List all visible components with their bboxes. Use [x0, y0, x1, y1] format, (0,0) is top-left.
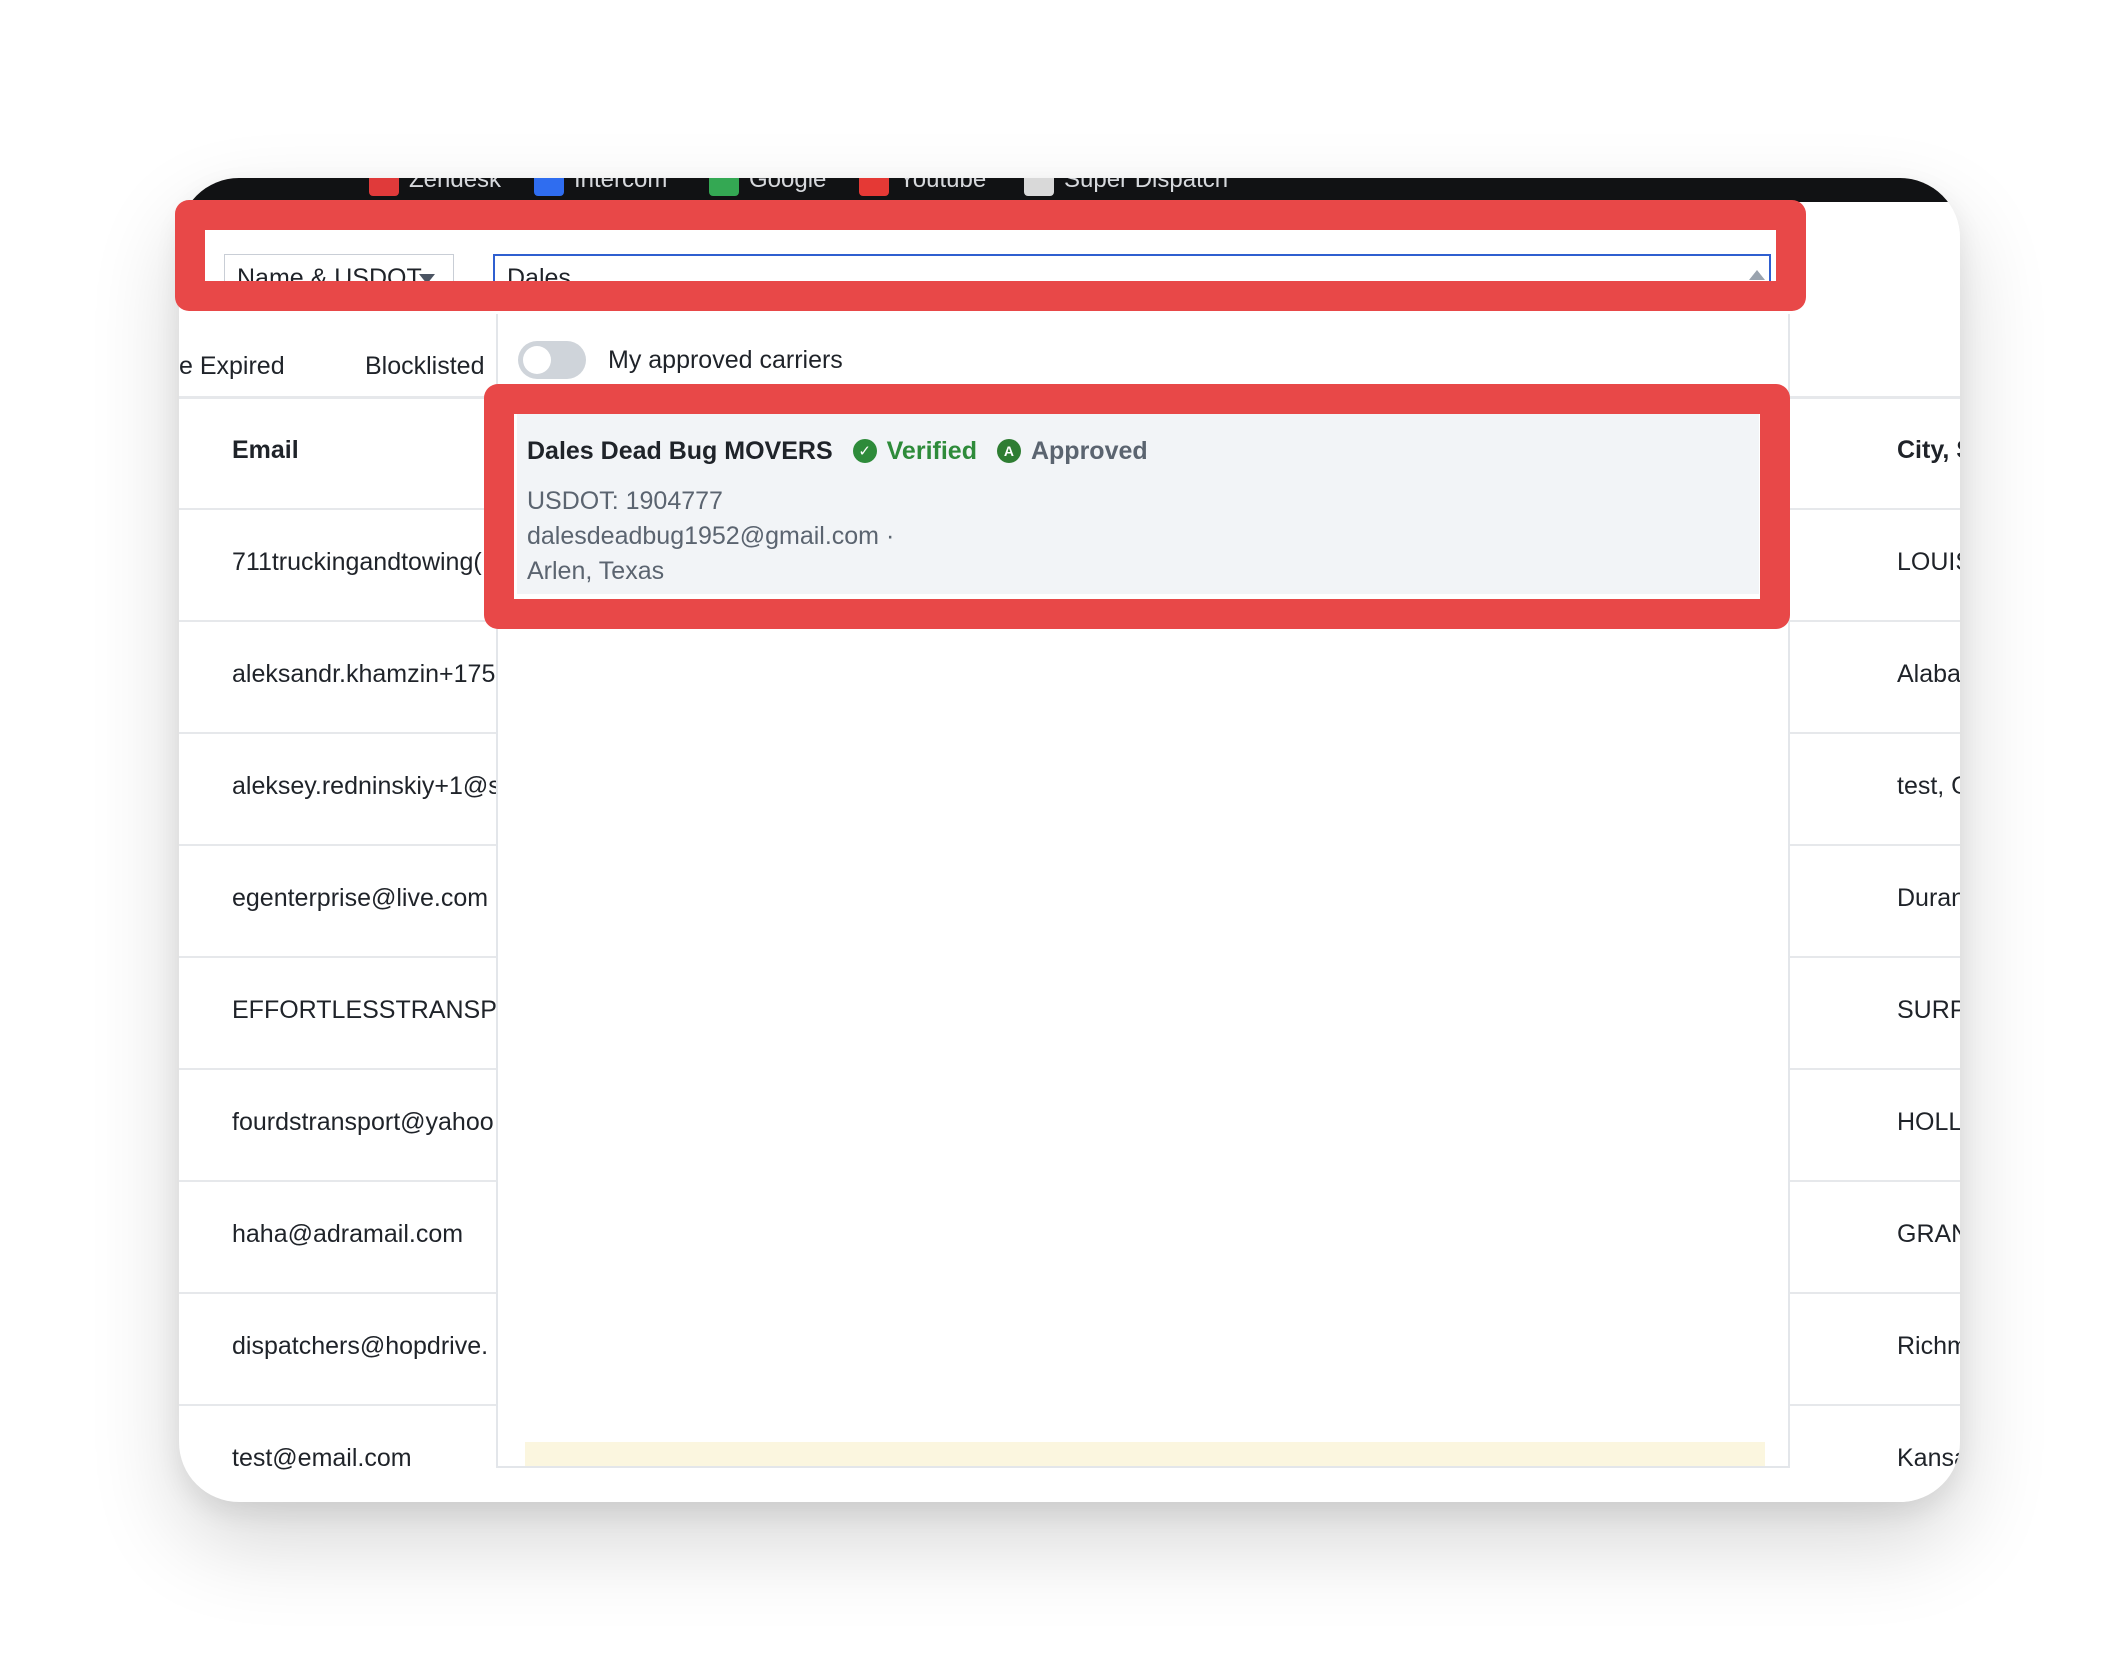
column-header-email[interactable]: Email — [232, 436, 299, 465]
bookmark-intercom[interactable]: Intercom — [534, 178, 667, 196]
city-cell: Kansa — [1897, 1444, 1960, 1472]
search-results-dropdown: My approved carriers Dales Dead Bug MOVE… — [496, 314, 1790, 1468]
bookmark-google[interactable]: Google — [709, 178, 826, 196]
bookmark-label: Zendesk — [409, 178, 502, 193]
carrier-name: Dales Dead Bug MOVERS — [527, 436, 833, 465]
app-window: Zendesk Intercom Google Youtube Super Di… — [179, 178, 1960, 1502]
search-mode-label: Name & USDOT — [237, 263, 422, 292]
bookmark-super-dispatch[interactable]: Super Dispatch — [1024, 178, 1228, 196]
super-dispatch-icon — [1024, 178, 1054, 196]
bookmark-youtube[interactable]: Youtube — [859, 178, 986, 196]
email-cell: aleksandr.khamzin+175 — [232, 660, 496, 688]
tab-expired[interactable]: e Expired — [179, 352, 285, 381]
approved-carriers-label: My approved carriers — [608, 345, 843, 374]
bookmarks-bar: Zendesk Intercom Google Youtube Super Di… — [179, 178, 1960, 202]
carrier-email: dalesdeadbug1952@gmail.com · — [527, 522, 895, 550]
search-result-item[interactable]: Dales Dead Bug MOVERS ✓ Verified A Appro… — [517, 414, 1759, 594]
search-mode-select[interactable]: Name & USDOT — [224, 254, 454, 302]
intercom-icon — [534, 178, 564, 196]
search-bar: Name & USDOT — [179, 202, 1960, 322]
chevron-up-icon[interactable] — [1749, 270, 1765, 280]
city-cell: HOLLY — [1897, 1108, 1960, 1136]
city-cell: Richm — [1897, 1332, 1960, 1360]
approved-carriers-filter: My approved carriers — [518, 338, 843, 382]
city-cell: GRAN — [1897, 1220, 1960, 1248]
youtube-icon — [859, 178, 889, 196]
carrier-search-input[interactable] — [493, 254, 1771, 302]
carrier-usdot: USDOT: 1904777 — [527, 487, 723, 515]
verified-badge: ✓ Verified — [852, 436, 977, 466]
approved-carriers-toggle[interactable] — [518, 341, 586, 379]
bookmark-zendesk[interactable]: Zendesk — [369, 178, 501, 196]
verified-label: Verified — [886, 436, 977, 465]
email-cell: 711truckingandtowing( — [232, 548, 482, 576]
chevron-down-icon — [419, 274, 435, 284]
email-cell: fourdstransport@yahoo — [232, 1108, 494, 1136]
approved-icon: A — [996, 439, 1021, 463]
google-icon — [709, 178, 739, 196]
city-cell: SURPI — [1897, 996, 1960, 1024]
email-cell: egenterprise@live.com — [232, 884, 489, 912]
bookmark-label: Super Dispatch — [1064, 178, 1229, 193]
city-cell: test, G — [1897, 772, 1960, 800]
toggle-knob — [523, 346, 551, 374]
city-cell: Duran — [1897, 884, 1960, 912]
tab-blocklisted[interactable]: Blocklisted — [365, 352, 485, 381]
bookmark-label: Youtube — [899, 178, 987, 193]
email-cell: EFFORTLESSTRANSPO — [232, 996, 517, 1024]
approved-label: Approved — [1030, 436, 1148, 465]
email-cell: test@email.com — [232, 1444, 412, 1472]
column-header-city[interactable]: City, S — [1897, 436, 1960, 465]
bookmark-label: Intercom — [574, 178, 668, 193]
email-cell: haha@adramail.com — [232, 1220, 464, 1248]
email-cell: aleksey.redninskiy+1@s — [232, 772, 501, 800]
notice-banner — [525, 1442, 1765, 1466]
email-cell: dispatchers@hopdrive. — [232, 1332, 489, 1360]
carrier-location: Arlen, Texas — [527, 557, 665, 585]
city-cell: LOUIS — [1897, 548, 1960, 576]
verified-check-icon: ✓ — [852, 439, 877, 463]
result-title-line: Dales Dead Bug MOVERS ✓ Verified A Appro… — [527, 436, 1749, 466]
approved-badge: A Approved — [996, 436, 1148, 466]
city-cell: Alaba — [1897, 660, 1960, 688]
bookmark-label: Google — [749, 178, 827, 193]
zendesk-icon — [369, 178, 399, 196]
